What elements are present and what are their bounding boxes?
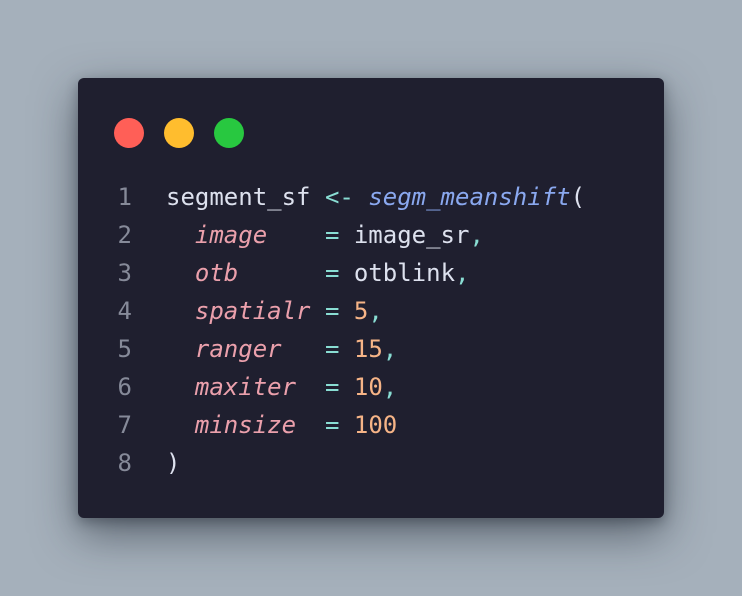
code-window: 1 segment_sf <- segm_meanshift(2 image = … (78, 78, 664, 518)
code-token-arg: otb (194, 259, 239, 287)
line-number: 2 (117, 221, 132, 249)
code-line: 5 ranger = 15, (78, 330, 664, 368)
code-token-op: = (324, 335, 340, 363)
code-token-arg: maxiter (194, 373, 297, 401)
code-token-ws (339, 297, 353, 325)
code-token-punct: , (368, 297, 383, 325)
code-line: 2 image = image_sr, (78, 216, 664, 254)
code-token-func: segm_meanshift (368, 183, 571, 211)
code-token-punct: , (455, 259, 470, 287)
code-token-ws (166, 259, 195, 287)
code-token-op: = (324, 411, 340, 439)
code-token-op: = (324, 221, 340, 249)
code-line: 4 spatialr = 5, (78, 292, 664, 330)
line-source: segment_sf <- segm_meanshift( (166, 178, 585, 216)
code-token-ident: ( (570, 183, 586, 211)
code-token-ident: image_sr (353, 221, 470, 249)
line-source: ranger = 15, (166, 330, 397, 368)
code-line: 6 maxiter = 10, (78, 368, 664, 406)
code-token-ws (166, 297, 195, 325)
code-token-punct: , (382, 335, 398, 363)
code-token-op: = (324, 373, 340, 401)
code-token-ident: ) (166, 449, 181, 477)
code-token-ws (267, 221, 325, 249)
line-source: image = image_sr, (166, 216, 484, 254)
code-line: 8) (78, 444, 664, 482)
line-source: spatialr = 5, (166, 292, 383, 330)
code-line: 1 segment_sf <- segm_meanshift( (78, 178, 664, 216)
code-line: 3 otb = otblink, (78, 254, 664, 292)
code-token-ws (166, 411, 195, 439)
code-token-ws (166, 335, 195, 363)
close-button[interactable] (114, 118, 144, 148)
code-token-ws (166, 373, 195, 401)
code-token-ident: segment_sf (166, 183, 311, 211)
line-number: 8 (117, 449, 132, 477)
line-number: 4 (117, 297, 132, 325)
line-number: 6 (117, 373, 132, 401)
code-token-ws (311, 297, 325, 325)
code-token-num: 5 (353, 297, 369, 325)
line-source: maxiter = 10, (166, 368, 397, 406)
code-token-arg: minsize (194, 411, 297, 439)
line-number: 5 (117, 335, 132, 363)
code-token-num: 100 (353, 411, 398, 439)
code-token-op: = (324, 297, 340, 325)
line-number: 3 (117, 259, 132, 287)
code-token-ws (339, 411, 353, 439)
code-token-ws (238, 259, 325, 287)
code-token-ws (354, 183, 368, 211)
code-token-arg: image (194, 221, 268, 249)
code-token-num: 10 (353, 373, 383, 401)
code-token-punct: , (382, 373, 398, 401)
code-token-ws (339, 373, 353, 401)
minimize-button[interactable] (164, 118, 194, 148)
code-token-ws (296, 373, 325, 401)
line-number: 7 (117, 411, 132, 439)
code-token-op: = (324, 259, 340, 287)
code-token-ws (282, 335, 325, 363)
code-token-arg: ranger (194, 335, 282, 363)
code-token-punct: , (469, 221, 484, 249)
line-number: 1 (117, 183, 132, 211)
code-token-op: <- (324, 183, 354, 211)
code-token-ws (311, 183, 325, 211)
code-token-ws (166, 221, 195, 249)
code-token-arg: spatialr (194, 297, 311, 325)
code-token-ws (339, 259, 353, 287)
line-source: minsize = 100 (166, 406, 397, 444)
line-source: otb = otblink, (166, 254, 470, 292)
code-block: 1 segment_sf <- segm_meanshift(2 image = … (78, 178, 664, 482)
code-token-ws (296, 411, 325, 439)
code-token-ws (339, 221, 353, 249)
code-line: 7 minsize = 100 (78, 406, 664, 444)
code-token-num: 15 (353, 335, 383, 363)
code-token-ident: otblink (353, 259, 456, 287)
code-token-ws (339, 335, 353, 363)
maximize-button[interactable] (214, 118, 244, 148)
line-source: ) (166, 444, 180, 482)
